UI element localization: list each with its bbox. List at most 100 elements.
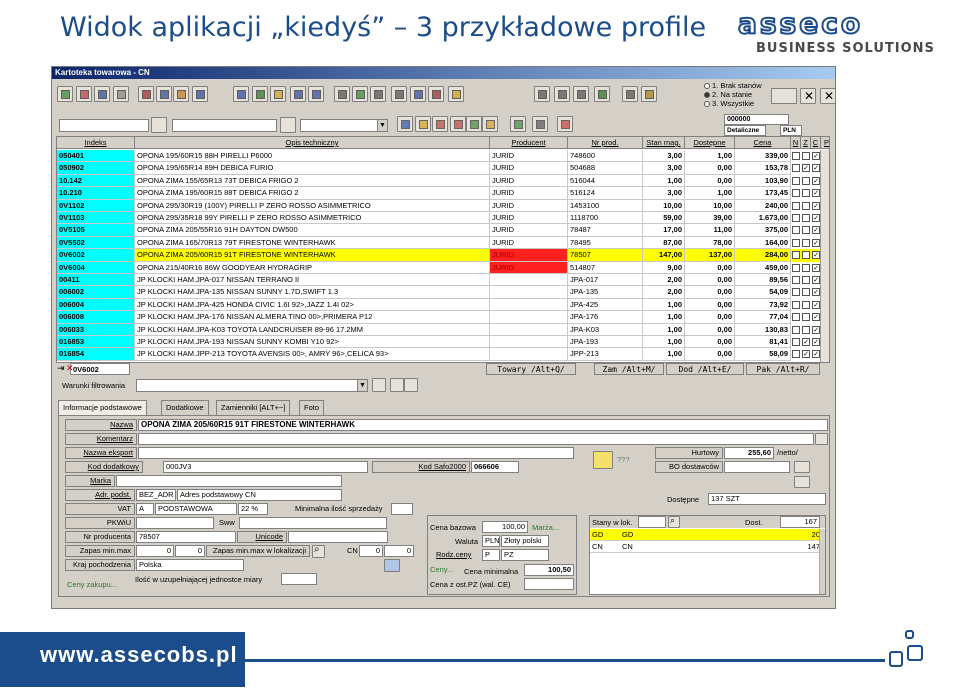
table-row[interactable]: 0V5502 OPONA ZIMA 165/70R13 79T FIRESTONE… xyxy=(57,236,829,250)
ilosc-field[interactable] xyxy=(281,573,317,585)
grid-header-1[interactable]: Opis techniczny xyxy=(135,137,490,149)
filter-edit-button[interactable] xyxy=(372,378,386,392)
checkbox-z[interactable] xyxy=(802,214,810,222)
checkbox-c[interactable]: ✓ xyxy=(812,325,820,334)
checkbox-z[interactable] xyxy=(802,189,810,198)
rodz-ceny-label[interactable]: Rodz.ceny xyxy=(436,550,471,559)
close-window-button[interactable]: ✕ xyxy=(820,88,836,104)
filter-toolbar-button[interactable] xyxy=(532,116,548,132)
unicode-field[interactable] xyxy=(288,531,388,543)
toolbar-button[interactable] xyxy=(156,86,172,102)
checkbox-n[interactable] xyxy=(792,164,800,173)
checkbox-z[interactable] xyxy=(802,313,810,322)
hurtowy-field[interactable]: 255,60 xyxy=(724,447,774,459)
checkbox-c[interactable]: ✓ xyxy=(812,189,820,198)
vat-code[interactable]: A xyxy=(136,503,154,515)
checkbox-c[interactable]: ✓ xyxy=(812,214,820,222)
checkbox-c[interactable]: ✓ xyxy=(812,313,820,322)
filter-toolbar-button[interactable] xyxy=(432,116,448,132)
checkbox-z[interactable] xyxy=(802,263,810,272)
toolbar-button[interactable] xyxy=(138,86,154,102)
checkbox-z[interactable] xyxy=(802,238,810,247)
toolbar-button[interactable] xyxy=(448,86,464,102)
currency-select[interactable]: PLN xyxy=(780,125,802,136)
marza-link[interactable]: Marża... xyxy=(532,523,559,532)
ceny-zakupu-link[interactable]: Ceny zakupu... xyxy=(67,580,117,589)
toolbar-button[interactable] xyxy=(594,86,610,102)
checkbox-c[interactable]: ✓ xyxy=(812,288,820,297)
checkbox-z[interactable] xyxy=(802,276,810,284)
tab-dod[interactable]: Dod /Alt+E/ xyxy=(666,363,744,375)
toolbar-button[interactable] xyxy=(641,86,657,102)
toolbar-button[interactable] xyxy=(308,86,324,102)
table-row[interactable]: 016853 JP KLOCKI HAM.JPA-193 NISSAN SUNNY… xyxy=(57,336,829,349)
toolbar-button[interactable] xyxy=(290,86,306,102)
checkbox-n[interactable] xyxy=(792,226,800,235)
toolbar-button[interactable] xyxy=(391,86,407,102)
checkbox-n[interactable] xyxy=(792,276,800,284)
filter-select[interactable]: ▼ xyxy=(300,119,388,132)
delete-icon[interactable]: ✕ xyxy=(66,363,74,374)
table-row[interactable]: 10.210 OPONA ZIMA 195/60R15 88T DEBICA FR… xyxy=(57,187,829,200)
table-row[interactable]: 0V1103 OPONA 295/35R18 99Y PIRELLI P ZERO… xyxy=(57,212,829,225)
toolbar-button[interactable] xyxy=(270,86,286,102)
table-row[interactable]: 0V5105 OPONA ZIMA 205/55R16 91H DAYTON DW… xyxy=(57,224,829,237)
table-row[interactable]: 006008 JP KLOCKI HAM.JPA-176 NISSAN ALMER… xyxy=(57,311,829,324)
toolbar-button[interactable] xyxy=(192,86,208,102)
ceny-link[interactable]: Ceny... xyxy=(430,565,453,574)
cena-bazowa-field[interactable]: 100,00 xyxy=(482,521,528,533)
checkbox-c[interactable]: ✓ xyxy=(812,176,820,185)
filter-toolbar-button[interactable] xyxy=(397,116,413,132)
toolbar-button[interactable] xyxy=(76,86,92,102)
checkbox-n[interactable] xyxy=(792,251,800,260)
filter-toolbar-button[interactable] xyxy=(466,116,482,132)
checkbox-c[interactable]: ✓ xyxy=(812,226,820,235)
checkbox-n[interactable] xyxy=(792,288,800,297)
toolbar-button[interactable] xyxy=(428,86,444,102)
checkbox-n[interactable] xyxy=(792,214,800,222)
checkbox-c[interactable]: ✓ xyxy=(812,201,820,210)
stock-row[interactable]: CN CN 147 xyxy=(590,541,825,553)
checkbox-z[interactable] xyxy=(802,300,810,309)
grid-header-10[interactable]: P xyxy=(821,137,829,149)
checkbox-c[interactable]: ✓ xyxy=(812,338,820,346)
toolbar-button[interactable] xyxy=(57,86,73,102)
grid-header-0[interactable]: Indeks xyxy=(57,137,135,149)
toolbar-button[interactable] xyxy=(370,86,386,102)
checkbox-c[interactable]: ✓ xyxy=(812,276,820,284)
bo-button-2[interactable] xyxy=(794,476,810,488)
radio-wszystkie[interactable]: 3. Wszystkie xyxy=(704,99,770,108)
checkbox-c[interactable]: ✓ xyxy=(812,300,820,309)
checkbox-n[interactable] xyxy=(792,238,800,247)
toolbar-button[interactable] xyxy=(534,86,550,102)
checkbox-z[interactable] xyxy=(802,201,810,210)
table-row[interactable]: 016854 JP KLOCKI HAM.JPP-213 TOYOTA AVENS… xyxy=(57,348,829,361)
checkbox-z[interactable] xyxy=(802,288,810,297)
toolbar-button[interactable] xyxy=(94,86,110,102)
checkbox-n[interactable] xyxy=(792,350,800,359)
toolbar-button[interactable] xyxy=(334,86,350,102)
tab-dodatkowe[interactable]: Dodatkowe xyxy=(161,400,209,415)
grid-header-8[interactable]: Z xyxy=(801,137,811,149)
filter-clear-button[interactable] xyxy=(404,378,418,392)
filter-toolbar-button[interactable] xyxy=(415,116,431,132)
stock-row[interactable]: GD GD 20 xyxy=(590,529,825,541)
toolbar-button[interactable] xyxy=(410,86,426,102)
checkbox-n[interactable] xyxy=(792,300,800,309)
kod-safo-field[interactable]: 066606 xyxy=(471,461,519,473)
table-row[interactable]: 006004 JP KLOCKI HAM.JPA-425 HONDA CIVIC … xyxy=(57,298,829,312)
marka-field[interactable] xyxy=(116,475,342,487)
filter-conditions-select[interactable]: ▼ xyxy=(136,379,368,392)
bo-field[interactable] xyxy=(724,461,790,473)
checkbox-n[interactable] xyxy=(792,201,800,210)
pkwiu-field[interactable] xyxy=(136,517,214,529)
checkbox-n[interactable] xyxy=(792,176,800,185)
toolbar-button[interactable] xyxy=(233,86,249,102)
filter-code-input[interactable]: 000000 xyxy=(724,114,789,125)
filter-toolbar-button[interactable] xyxy=(557,116,573,132)
grid-header-3[interactable]: Nr prod. xyxy=(568,137,643,149)
toolbar-button[interactable] xyxy=(622,86,638,102)
checkbox-c[interactable]: ✓ xyxy=(812,350,820,359)
table-row[interactable]: 10.142 OPONA ZIMA 155/65R13 73T DEBICA FR… xyxy=(57,174,829,188)
search-button[interactable]: ⌕ xyxy=(312,544,325,558)
